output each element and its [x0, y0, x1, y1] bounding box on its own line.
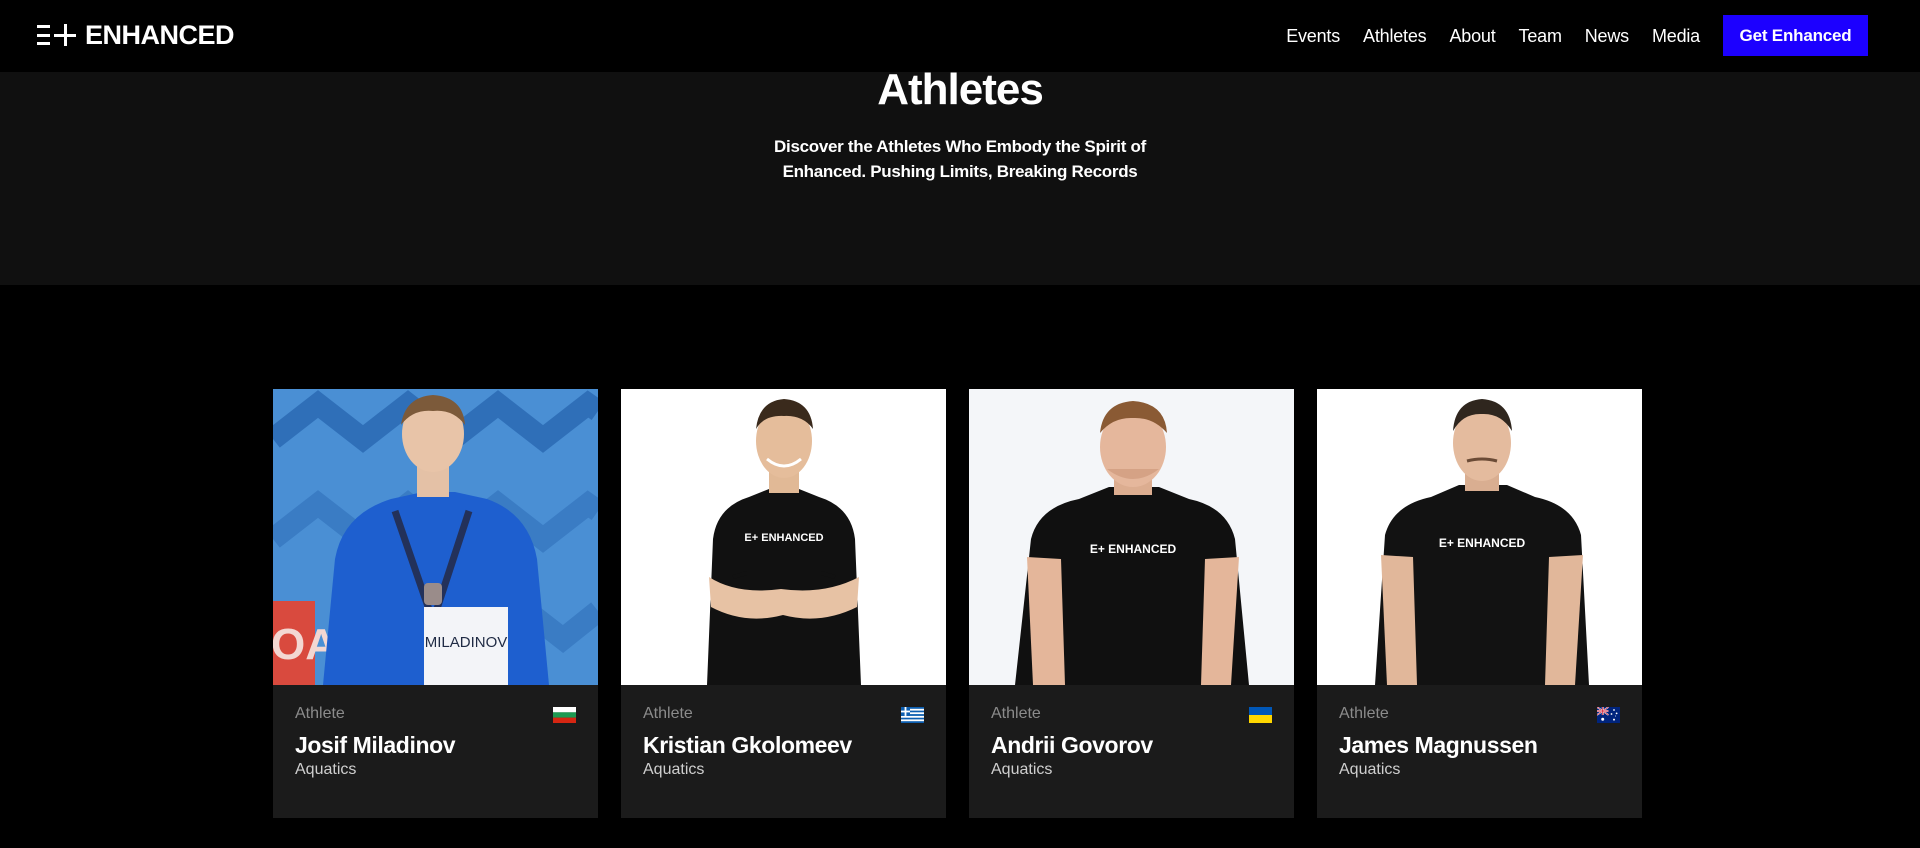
athlete-role: Athlete [643, 705, 693, 722]
shirt-logo-text: E+ ENHANCED [1439, 536, 1526, 550]
athlete-name[interactable]: Kristian Gkolomeev [643, 732, 852, 759]
page-title: Athletes [877, 65, 1044, 114]
athlete-sport: Aquatics [991, 761, 1053, 778]
subtitle-line-2: Enhanced. Pushing Limits, Breaking Recor… [782, 162, 1138, 181]
bib-text: MILADINOV [425, 634, 508, 651]
athlete-name[interactable]: Josif Miladinov [295, 732, 456, 759]
get-enhanced-button[interactable]: Get Enhanced [1723, 15, 1868, 56]
athlete-name[interactable]: James Magnussen [1339, 732, 1538, 759]
australia-flag-icon [1597, 707, 1620, 723]
top-navigation-bar: ENHANCED Events Athletes About Team News… [0, 0, 1920, 72]
athlete-sport: Aquatics [295, 761, 357, 778]
athlete-card[interactable]: E+ ENHANCED Athlete Andrii Govorov Aquat… [969, 389, 1294, 818]
shirt-logo-text: E+ ENHANCED [1090, 542, 1177, 556]
athlete-card-grid: OA MILADINOV Athlete Josif Miladinov Aqu… [273, 389, 1642, 818]
athlete-photo: E+ ENHANCED [1317, 389, 1642, 685]
enhanced-logo[interactable]: ENHANCED [37, 19, 235, 50]
ukraine-flag-icon [1249, 707, 1272, 723]
logo-text: ENHANCED [85, 19, 235, 50]
subtitle-line-1: Discover the Athletes Who Embody the Spi… [774, 137, 1146, 156]
athlete-card[interactable]: OA MILADINOV Athlete Josif Miladinov Aqu… [273, 389, 598, 818]
bulgaria-flag-icon [553, 707, 576, 723]
shirt-logo-text: E+ ENHANCED [744, 532, 823, 544]
athlete-role: Athlete [295, 705, 345, 722]
athlete-photo: E+ ENHANCED [969, 389, 1294, 685]
athlete-sport: Aquatics [1339, 761, 1401, 778]
nav-link-news[interactable]: News [1585, 16, 1629, 56]
athlete-name[interactable]: Andrii Govorov [991, 732, 1153, 759]
nav-link-events[interactable]: Events [1286, 16, 1340, 56]
nav-link-media[interactable]: Media [1652, 16, 1700, 56]
athlete-role: Athlete [1339, 705, 1389, 722]
main-nav: Events Athletes About Team News Media Ge… [1286, 15, 1868, 56]
logo-mark-icon [37, 24, 76, 46]
athlete-card[interactable]: E+ ENHANCED Athlete James Magnussen Aqua… [1317, 389, 1642, 818]
athlete-photo: E+ ENHANCED [621, 389, 946, 685]
nav-link-athletes[interactable]: Athletes [1363, 16, 1427, 56]
athlete-sport: Aquatics [643, 761, 705, 778]
nav-link-about[interactable]: About [1449, 16, 1495, 56]
page-subtitle: Discover the Athletes Who Embody the Spi… [0, 134, 1920, 184]
athlete-card[interactable]: E+ ENHANCED Athlete Kristian Gkolomeev A… [621, 389, 946, 818]
nav-link-team[interactable]: Team [1519, 16, 1562, 56]
athletes-hero: Athletes Discover the Athletes Who Embod… [0, 65, 1920, 285]
athlete-photo: OA MILADINOV [273, 389, 598, 685]
greece-flag-icon [901, 707, 924, 723]
athlete-role: Athlete [991, 705, 1041, 722]
